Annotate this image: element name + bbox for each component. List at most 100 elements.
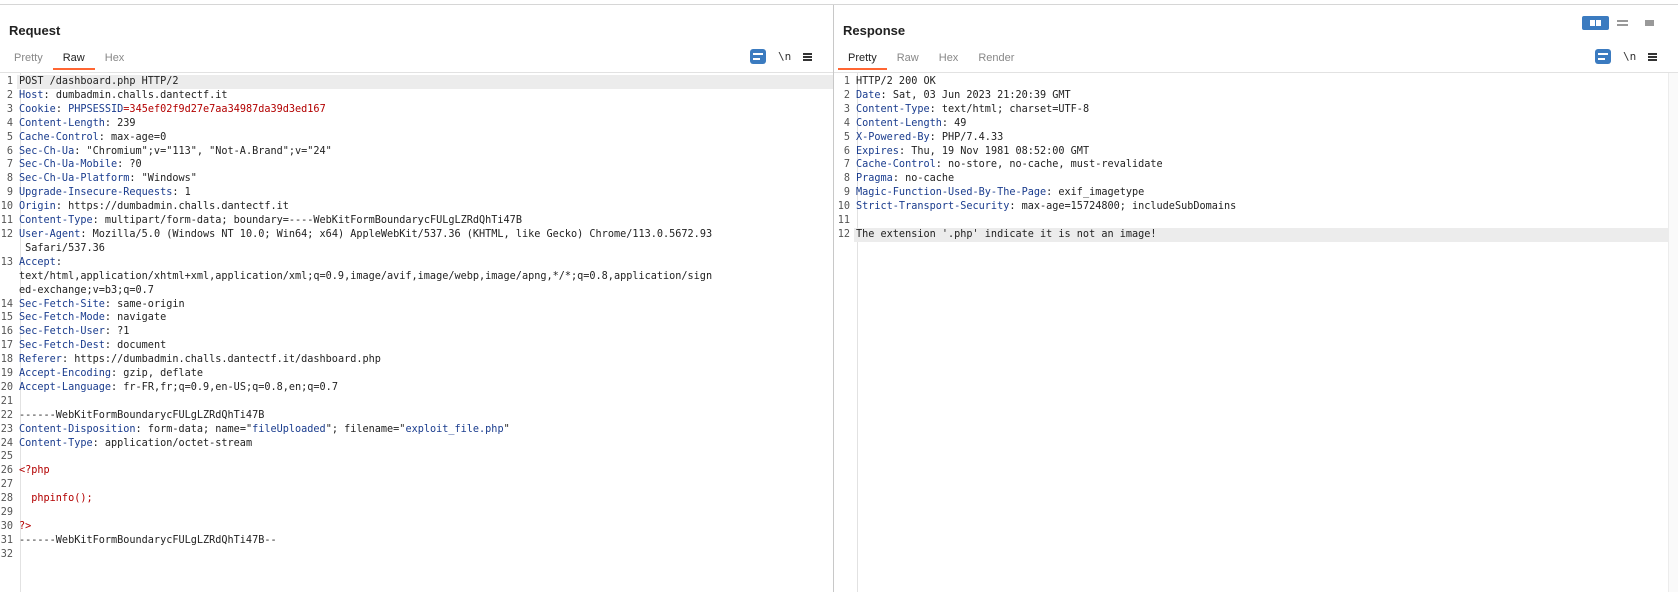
request-line-number: 15 (0, 312, 13, 324)
response-code: 1 HTTP/2 200 OK 2 Date: Sat, 03 Jun 2023 21… (834, 75, 1678, 242)
request-line-number: 1 (6, 76, 13, 87)
layout-single-icon[interactable] (1636, 16, 1663, 30)
response-editor[interactable]: 1 HTTP/2 200 OK 2 Date: Sat, 03 Jun 2023 21… (834, 72, 1678, 592)
request-line-number: 18 (0, 354, 13, 366)
request-code-line: 23 Content-Disposition: form-data; name="… (0, 423, 833, 437)
request-line-number: 5 (6, 131, 13, 143)
request-tab-raw[interactable]: Raw (52, 46, 95, 70)
header-name: Cookie (19, 103, 56, 115)
response-code-line: 11 (834, 214, 1678, 228)
code-token: : document (104, 340, 167, 352)
response-tab-hex[interactable]: Hex (929, 46, 969, 70)
code-token: : ?1 (104, 326, 130, 338)
request-line-number: 7 (6, 159, 13, 171)
code-token: POST /dashboard.php HTTP/2 (19, 76, 179, 87)
request-line-text: ?> (17, 520, 833, 534)
header-name: Strict-Transport-Security (856, 201, 1010, 213)
request-editor[interactable]: 1 POST /dashboard.php HTTP/2 2 Host: dumbad… (0, 72, 833, 592)
request-code-line: text/html,application/xhtml+xml,applicat… (0, 270, 833, 284)
request-line-text: Origin: https://dumbadmin.challs.dantect… (17, 200, 833, 214)
request-newline-toggle[interactable]: \n (778, 50, 791, 63)
request-pane: Request Pretty Raw Hex \n 1 POST /dashboa… (0, 5, 833, 592)
header-name: Cache-Control (856, 159, 936, 171)
code-token: : (55, 256, 62, 268)
header-name: Sec-Fetch-Dest (19, 340, 105, 352)
response-line-number: 4 (843, 117, 850, 129)
header-name: Accept-Encoding (19, 368, 112, 380)
request-line-text: Content-Type: multipart/form-data; bound… (17, 214, 833, 228)
response-tab-raw[interactable]: Raw (887, 46, 929, 70)
response-line-text: Content-Length: 49 (854, 117, 1678, 131)
request-code: 1 POST /dashboard.php HTTP/2 2 Host: dumbad… (0, 75, 833, 562)
response-tabs: Pretty Raw Hex Render (838, 46, 1024, 70)
response-toolbar: \n (1595, 49, 1658, 64)
header-name: Origin (19, 201, 56, 213)
code-token: : exif_imagetype (1046, 187, 1145, 199)
layout-top-bottom-icon[interactable] (1609, 16, 1636, 30)
code-token: : text/html; charset=UTF-8 (929, 103, 1090, 115)
response-menu-icon[interactable] (1648, 52, 1658, 61)
code-token: HTTP/2 200 OK (856, 76, 936, 87)
request-code-line: 9 Upgrade-Insecure-Requests: 1 (0, 186, 833, 200)
code-token: fileUploaded (252, 423, 326, 435)
code-token: : max-age=0 (98, 131, 167, 143)
response-line-text: Expires: Thu, 19 Nov 1981 08:52:00 GMT (854, 145, 1678, 159)
request-code-line: 13 Accept: (0, 256, 833, 270)
request-line-number (0, 242, 17, 256)
request-tab-hex[interactable]: Hex (95, 46, 135, 70)
code-token: : https://dumbadmin.challs.dantectf.it/d… (61, 354, 381, 366)
request-code-line: 7 Sec-Ch-Ua-Mobile: ?0 (0, 158, 833, 172)
layout-toggle (1582, 16, 1663, 30)
request-line-number: 31 (0, 534, 13, 546)
request-line-number: 27 (0, 479, 13, 491)
response-line-number: 1 (843, 76, 850, 87)
code-token: : "Chromium";v="113", "Not-A.Brand";v="2… (74, 145, 332, 157)
request-line-text: Sec-Fetch-User: ?1 (17, 325, 833, 339)
header-name: Magic-Function-Used-By-The-Page (856, 187, 1047, 199)
header-name: Referer (19, 354, 62, 366)
request-toolbar: \n (750, 49, 813, 64)
request-code-line: 3 Cookie: PHPSESSID=345ef02f9d27e7aa34987… (0, 103, 833, 117)
response-tab-render[interactable]: Render (968, 46, 1024, 70)
request-code-line: 15 Sec-Fetch-Mode: navigate (0, 311, 833, 325)
code-token: : Thu, 19 Nov 1981 08:52:00 GMT (898, 145, 1090, 157)
request-line-text: ------WebKitFormBoundarycFULgLZRdQhTi47B (17, 409, 833, 423)
code-token: =345ef02f9d27e7aa34987da39d3ed167 (123, 103, 326, 115)
request-line-number: 30 (0, 521, 13, 532)
request-line-text: Cookie: PHPSESSID=345ef02f9d27e7aa34987d… (17, 103, 833, 117)
request-line-number: 8 (6, 173, 13, 185)
header-name: Host (19, 89, 44, 101)
code-token: <?php (19, 465, 50, 477)
request-line-number: 20 (0, 381, 13, 393)
request-line-text: Sec-Fetch-Mode: navigate (17, 311, 833, 325)
header-name: Sec-Ch-Ua-Mobile (19, 159, 118, 171)
response-wrap-lines-icon[interactable] (1595, 49, 1611, 64)
layout-side-by-side-icon[interactable] (1582, 16, 1609, 30)
request-code-line: 16 Sec-Fetch-User: ?1 (0, 325, 833, 339)
request-line-number: 26 (0, 465, 13, 477)
code-token: : 1 (172, 187, 191, 199)
response-line-number: 10 (837, 201, 850, 213)
response-newline-toggle[interactable]: \n (1623, 50, 1636, 63)
request-tab-pretty[interactable]: Pretty (4, 46, 53, 70)
request-line-number: 28 (0, 493, 13, 505)
response-line-text: Pragma: no-cache (854, 172, 1678, 186)
request-line-number (0, 270, 17, 284)
request-code-line: 30 ?> (0, 520, 833, 534)
request-line-text: Content-Disposition: form-data; name="fi… (17, 423, 833, 437)
request-code-line: 25 (0, 450, 833, 464)
header-name: User-Agent (19, 228, 81, 240)
response-scrollbar[interactable] (1668, 73, 1678, 592)
response-tab-pretty[interactable]: Pretty (838, 46, 887, 70)
code-token: ------WebKitFormBoundarycFULgLZRdQhTi47B (19, 409, 265, 421)
request-line-text: text/html,application/xhtml+xml,applicat… (17, 270, 833, 284)
request-line-text: Accept: (17, 256, 833, 270)
request-line-number: 13 (0, 256, 13, 268)
request-menu-icon[interactable] (803, 52, 813, 61)
request-line-number (0, 284, 17, 298)
request-wrap-lines-icon[interactable] (750, 49, 766, 64)
code-token: : dumbadmin.challs.dantectf.it (43, 89, 228, 101)
request-code-line: ed-exchange;v=b3;q=0.7 (0, 284, 833, 298)
response-line-number: 3 (843, 103, 850, 115)
code-token: : "Windows" (129, 173, 197, 185)
